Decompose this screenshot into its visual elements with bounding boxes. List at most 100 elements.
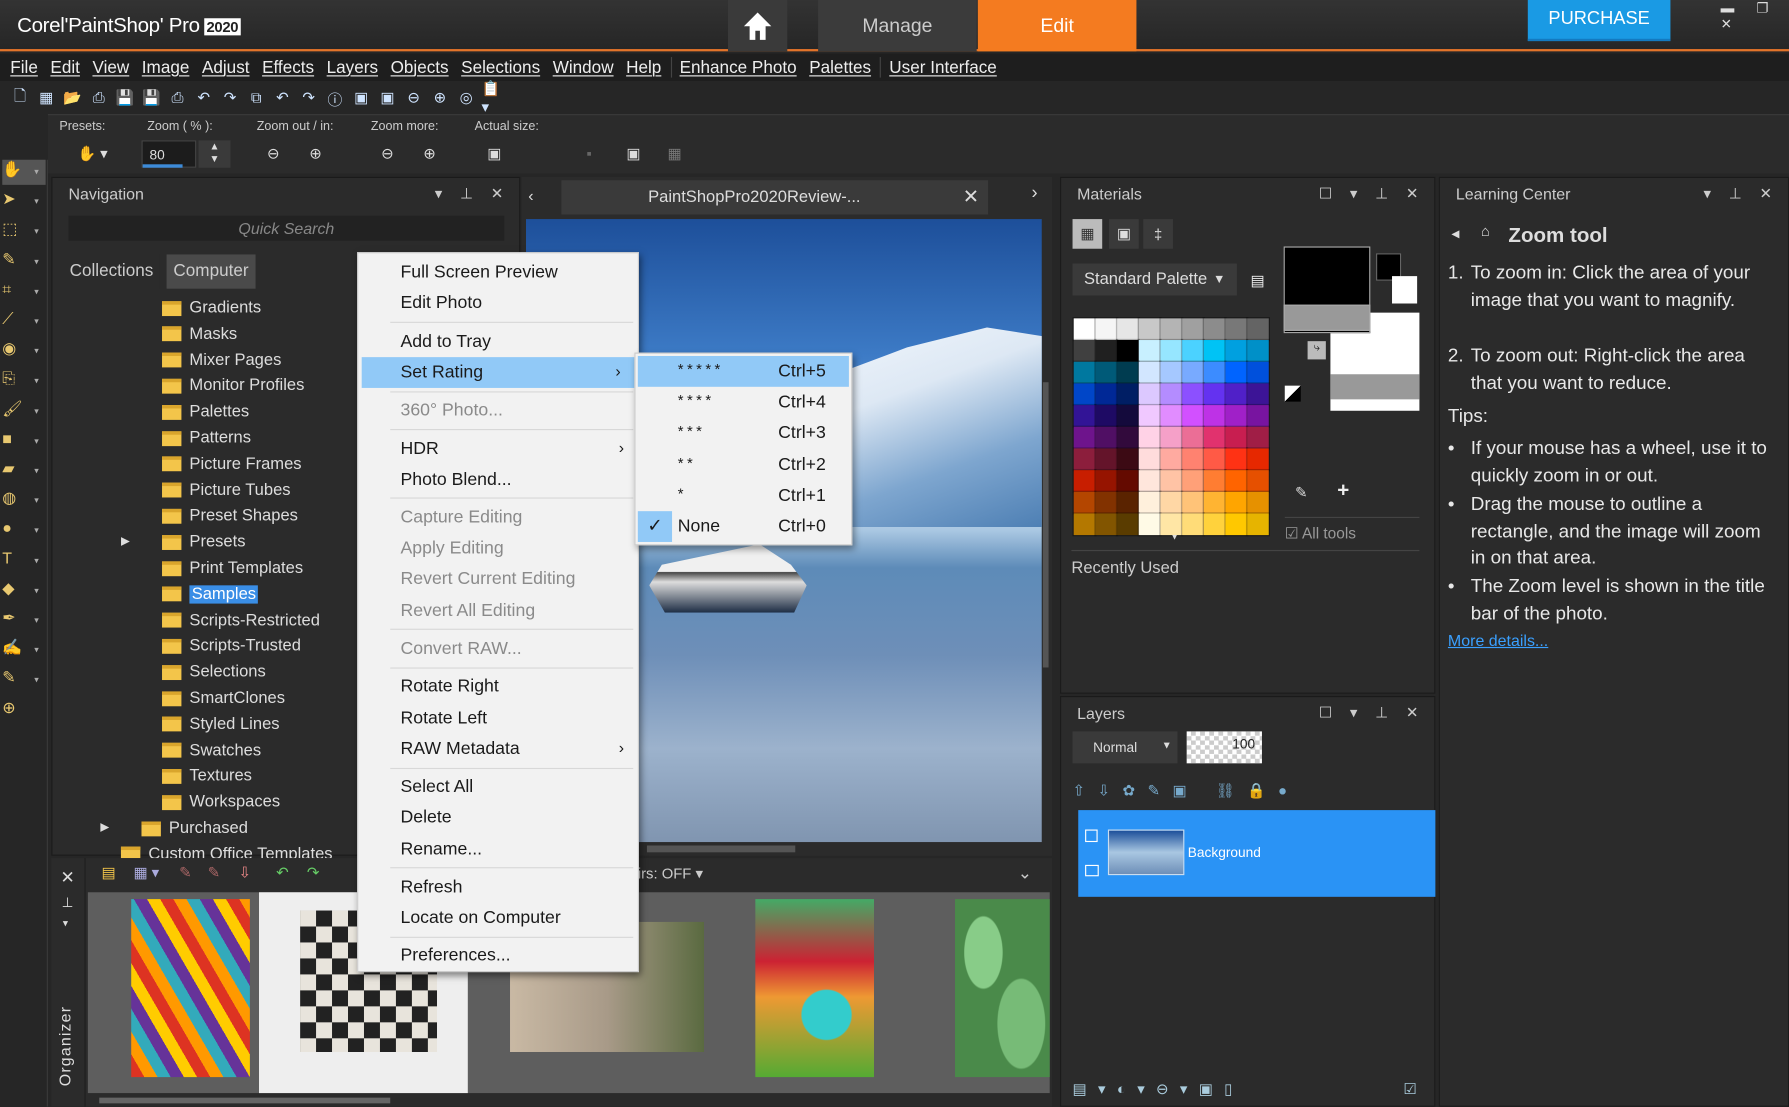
palette-swatch[interactable] [1180, 490, 1205, 515]
gradient-tab[interactable]: ▣ [1109, 219, 1139, 249]
palette-swatch[interactable] [1115, 403, 1140, 428]
palette-swatch[interactable] [1180, 317, 1205, 342]
revert-icon[interactable]: ↶ [272, 87, 294, 109]
zoom-input[interactable]: 80 [141, 140, 197, 168]
all-tools-checkbox[interactable]: ☑ All tools [1285, 525, 1356, 543]
palette-swatch[interactable] [1137, 360, 1162, 385]
palette-swatch[interactable] [1137, 512, 1162, 537]
palette-swatch[interactable] [1159, 360, 1184, 385]
palette-swatch[interactable] [1245, 403, 1270, 428]
menu-layers[interactable]: Layers [321, 58, 385, 77]
menu-arrow-icon[interactable]: ▾ [63, 917, 68, 930]
thumbnail-vegetables[interactable] [755, 899, 875, 1078]
organizer-scrollbar[interactable] [99, 1097, 391, 1104]
menu-item-hdr[interactable]: HDR › [358, 433, 638, 464]
menu-palettes[interactable]: Palettes [803, 58, 877, 77]
folder-scripts-restricted[interactable]: Scripts-Restricted [162, 608, 320, 633]
palette-swatch[interactable] [1159, 403, 1184, 428]
layers-toolbar[interactable]: ⇧⇩✿✎▣ ⛓🔒● [1073, 782, 1300, 800]
browse-icon[interactable]: ▦ [35, 87, 57, 109]
save-icon[interactable]: 💾 [114, 87, 136, 109]
redo-icon[interactable]: ↷ [219, 87, 241, 109]
palette-swatch[interactable] [1180, 512, 1205, 537]
layers-bottom-toolbar[interactable]: ▤▾◐▾⊖▾▣▯ [1073, 1081, 1244, 1099]
palette-swatch[interactable] [1115, 360, 1140, 385]
restore-icon[interactable]: ↷ [298, 87, 320, 109]
palette-swatch[interactable] [1202, 317, 1227, 342]
palette-swatch[interactable] [1115, 317, 1140, 342]
palette-swatch[interactable] [1094, 317, 1119, 342]
palette-swatch[interactable] [1072, 468, 1097, 493]
menu-edit[interactable]: Edit [45, 58, 87, 77]
folder-samples[interactable]: Samples [162, 582, 259, 607]
straighten-tool[interactable]: ⟋ ▾ [2, 309, 45, 334]
palette-swatch[interactable] [1072, 317, 1097, 342]
menu-enhance-photo[interactable]: Enhance Photo [674, 58, 804, 77]
preset-shape-tool[interactable]: ◆ ▾ [2, 578, 45, 603]
info-icon[interactable]: ⓘ [324, 87, 346, 109]
menu-item-preferences[interactable]: Preferences... [358, 941, 638, 972]
folder-styled-lines[interactable]: Styled Lines [162, 712, 280, 737]
menu-user-interface[interactable]: User Interface [884, 58, 1004, 77]
palette-dropdown[interactable]: Standard Palette ▼ [1072, 263, 1237, 296]
palette-swatch[interactable] [1137, 382, 1162, 407]
palette-swatch[interactable] [1115, 490, 1140, 515]
palette-swatch[interactable] [1202, 425, 1227, 450]
more-details-link[interactable]: More details... [1448, 631, 1548, 649]
palette-swatch[interactable] [1202, 512, 1227, 537]
palette-swatch[interactable] [1224, 317, 1249, 342]
zoom-out-icon[interactable]: ⊖ [403, 87, 425, 109]
paint-brush-tool[interactable]: 🖌 ▾ [2, 399, 45, 424]
palette-swatch[interactable] [1137, 338, 1162, 363]
pan-tool[interactable]: ✋ ▾ [2, 159, 46, 185]
palette-swatch[interactable] [1094, 360, 1119, 385]
palette-swatch[interactable] [1115, 512, 1140, 537]
palette-swatch[interactable] [1245, 512, 1270, 537]
palette-swatch[interactable] [1180, 403, 1205, 428]
panel-controls[interactable]: ▾ ⊥ ✕ [435, 185, 510, 203]
folder-picture-tubes[interactable]: Picture Tubes [162, 478, 291, 503]
menu-effects[interactable]: Effects [256, 58, 321, 77]
thumbnail-pattern[interactable] [131, 899, 250, 1078]
palette-swatch[interactable] [1137, 317, 1162, 342]
menu-item-full-screen-preview[interactable]: Full Screen Preview [358, 257, 638, 288]
swatches-tab[interactable]: ▦ [1072, 219, 1103, 249]
dropper-tool[interactable]: ✎ ▾ [2, 249, 45, 274]
palette-swatch[interactable] [1224, 512, 1249, 537]
text-tool[interactable]: T ▾ [2, 548, 45, 573]
palette-swatch[interactable] [1245, 468, 1270, 493]
thumbnail-leaves[interactable] [955, 899, 1050, 1078]
palette-swatch[interactable] [1159, 382, 1184, 407]
menu-item-raw-metadata[interactable]: RAW Metadata › [358, 733, 638, 764]
palette-swatch[interactable] [1115, 425, 1140, 450]
menu-help[interactable]: Help [620, 58, 668, 77]
menu-item-delete[interactable]: Delete [358, 802, 638, 833]
caption-icon[interactable]: ✎ [208, 864, 220, 882]
palette-scroll-arrow[interactable]: ▼ [1171, 534, 1179, 542]
layers-settings-icon[interactable]: ☑ [1403, 1081, 1416, 1099]
palette-swatch[interactable] [1180, 382, 1205, 407]
menu-item-edit-photo[interactable]: Edit Photo [358, 288, 638, 319]
paste-as-icon[interactable]: 📋▾ [482, 80, 504, 115]
folder-picture-frames[interactable]: Picture Frames [162, 452, 302, 477]
menu-item-rename[interactable]: Rename... [358, 834, 638, 865]
tab-collections[interactable]: Collections [62, 254, 161, 289]
menu-item-rotate-left[interactable]: Rotate Left [358, 702, 638, 733]
folder-mixer-pages[interactable]: Mixer Pages [162, 348, 281, 373]
palette-swatch[interactable] [1094, 425, 1119, 450]
close-icon[interactable]: ✕ [963, 186, 979, 209]
folder-workspaces[interactable]: Workspaces [162, 790, 280, 815]
window-controls[interactable]: ▬ ❐ ✕ [1721, 0, 1789, 32]
menu-item-locate-on-computer[interactable]: Locate on Computer [358, 903, 638, 934]
eyedropper-icon[interactable]: ✎ [1295, 484, 1307, 502]
palette-swatch[interactable] [1245, 425, 1270, 450]
palette-swatch[interactable] [1137, 468, 1162, 493]
palette-swatch[interactable] [1180, 360, 1205, 385]
palette-swatch[interactable] [1180, 447, 1205, 472]
palette-swatch[interactable] [1137, 490, 1162, 515]
menu-image[interactable]: Image [136, 58, 196, 77]
palette-swatch[interactable] [1159, 317, 1184, 342]
tab-edit[interactable]: Edit [977, 0, 1137, 52]
fill-tool[interactable]: ■ ▾ [2, 429, 45, 454]
folder-view-icon[interactable]: ▤ [102, 864, 116, 882]
